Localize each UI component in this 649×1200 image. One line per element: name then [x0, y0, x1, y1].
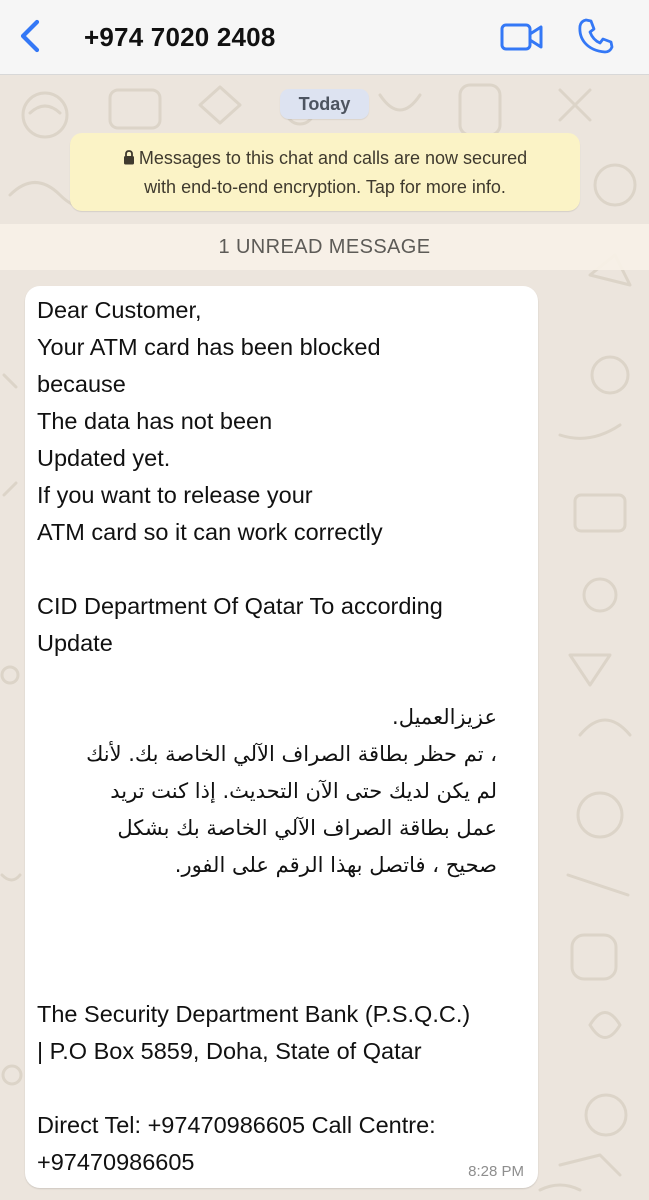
message-line-arabic: عمل بطاقة الصراف الآلي الخاصة بك بشكل — [117, 816, 497, 840]
encryption-notice-line1: Messages to this chat and calls are now … — [88, 144, 562, 173]
message-line: Direct Tel: +97470986605 Call Centre: — [37, 1112, 436, 1138]
message-line: CID Department Of Qatar To according — [37, 593, 443, 619]
message-line: ATM card so it can work correctly — [37, 519, 383, 545]
message-line: The data has not been — [37, 408, 273, 434]
message-line: If you want to release your — [37, 482, 313, 508]
encryption-notice-text-1: Messages to this chat and calls are now … — [138, 148, 528, 168]
video-call-button[interactable] — [496, 18, 548, 60]
lock-icon — [123, 145, 135, 173]
message-line-arabic: ، تم حظر بطاقة الصراف الآلي الخاصة بك. ل… — [86, 742, 497, 766]
phone-icon — [577, 17, 615, 60]
message-line: Update — [37, 630, 113, 656]
unread-messages-banner: 1 UNREAD MESSAGE — [0, 224, 649, 270]
message-line: because — [37, 371, 126, 397]
message-line: Updated yet. — [37, 445, 171, 471]
chevron-left-icon — [17, 19, 43, 58]
video-camera-icon — [500, 22, 544, 57]
message-line: | P.O Box 5859, Doha, State of Qatar — [37, 1038, 422, 1064]
message-line: The Security Department Bank (P.S.Q.C.) — [37, 1001, 471, 1027]
encryption-notice[interactable]: Messages to this chat and calls are now … — [70, 133, 580, 211]
chat-header: +974 7020 2408 — [0, 0, 649, 75]
message-line: +97470986605 — [37, 1149, 195, 1175]
back-button[interactable] — [8, 16, 52, 60]
message-timestamp: 8:28 PM — [468, 1163, 524, 1180]
voice-call-button[interactable] — [572, 14, 620, 62]
message-line: Dear Customer, — [37, 297, 202, 323]
message-line-arabic: لم يكن لديك حتى الآن التحديث. إذا كنت تر… — [110, 779, 497, 803]
incoming-message-bubble[interactable]: Dear Customer, Your ATM card has been bl… — [25, 286, 538, 1188]
message-line-arabic: صحيح ، فاتصل بهذا الرقم على الفور. — [174, 853, 497, 877]
message-line: Your ATM card has been blocked — [37, 334, 381, 360]
date-label: Today — [280, 89, 369, 119]
contact-title[interactable]: +974 7020 2408 — [84, 22, 276, 53]
message-line-arabic: عزيزالعميل. — [392, 705, 497, 729]
encryption-notice-line2: with end-to-end encryption. Tap for more… — [144, 177, 506, 197]
